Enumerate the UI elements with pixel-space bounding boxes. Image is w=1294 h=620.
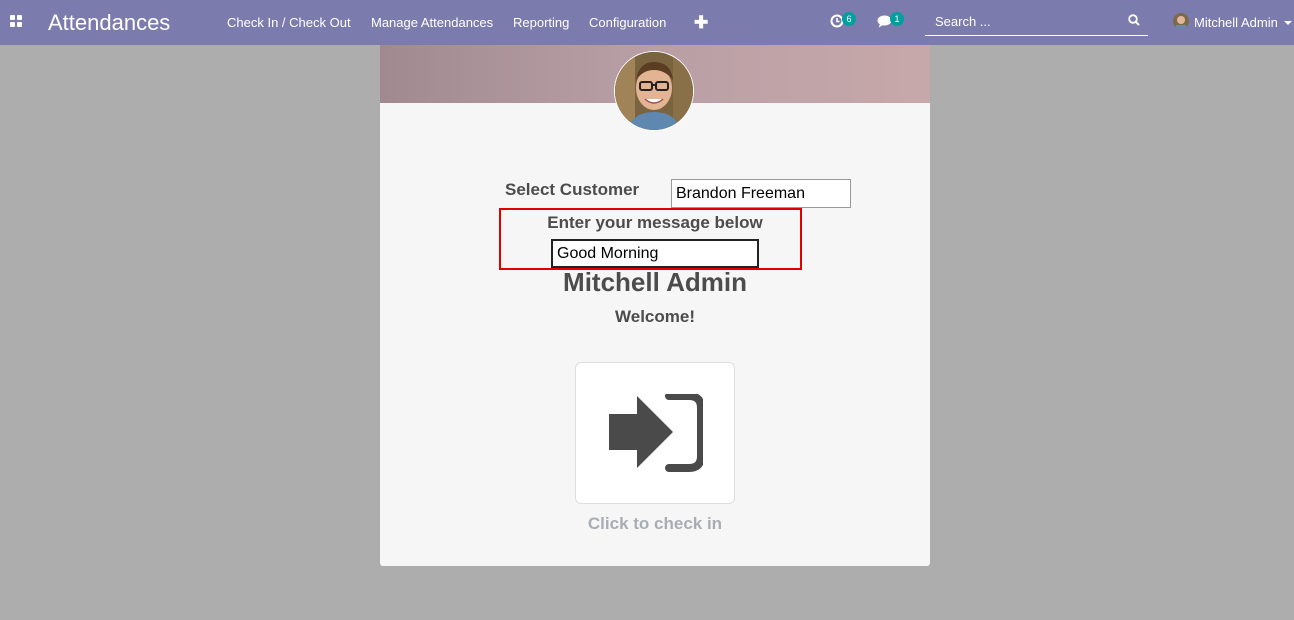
message-input[interactable]: [551, 239, 759, 268]
activity-count-badge: 6: [842, 12, 856, 26]
welcome-text: Welcome!: [615, 307, 695, 326]
sign-in-icon: [607, 392, 705, 477]
menu-check-in-out[interactable]: Check In / Check Out: [227, 15, 351, 30]
user-avatar: [1173, 13, 1189, 29]
check-in-card: Select Customer Enter your message below…: [380, 45, 930, 566]
messages-count-badge: 1: [890, 12, 904, 26]
user-name: Mitchell Admin: [1194, 15, 1278, 30]
check-in-hint: Click to check in: [587, 514, 723, 533]
employee-name: Mitchell Admin: [563, 267, 747, 297]
search-icon[interactable]: [1128, 13, 1140, 31]
message-label: Enter your message below: [547, 213, 763, 232]
customer-field[interactable]: [671, 179, 851, 208]
menu-configuration[interactable]: Configuration: [589, 15, 666, 30]
search-input[interactable]: [933, 11, 1117, 31]
caret-down-icon: [1284, 21, 1292, 25]
menu-manage-attendances[interactable]: Manage Attendances: [371, 15, 493, 30]
search-bar: [925, 6, 1148, 36]
select-customer-label: Select Customer: [505, 180, 640, 199]
app-title[interactable]: Attendances: [48, 10, 170, 36]
menu-reporting[interactable]: Reporting: [513, 15, 569, 30]
plus-icon[interactable]: ✚: [694, 13, 708, 33]
apps-grid-icon[interactable]: [10, 15, 23, 28]
employee-photo: [614, 51, 694, 131]
top-navbar: Attendances Check In / Check Out Manage …: [0, 0, 1294, 45]
check-in-button[interactable]: [575, 362, 735, 504]
